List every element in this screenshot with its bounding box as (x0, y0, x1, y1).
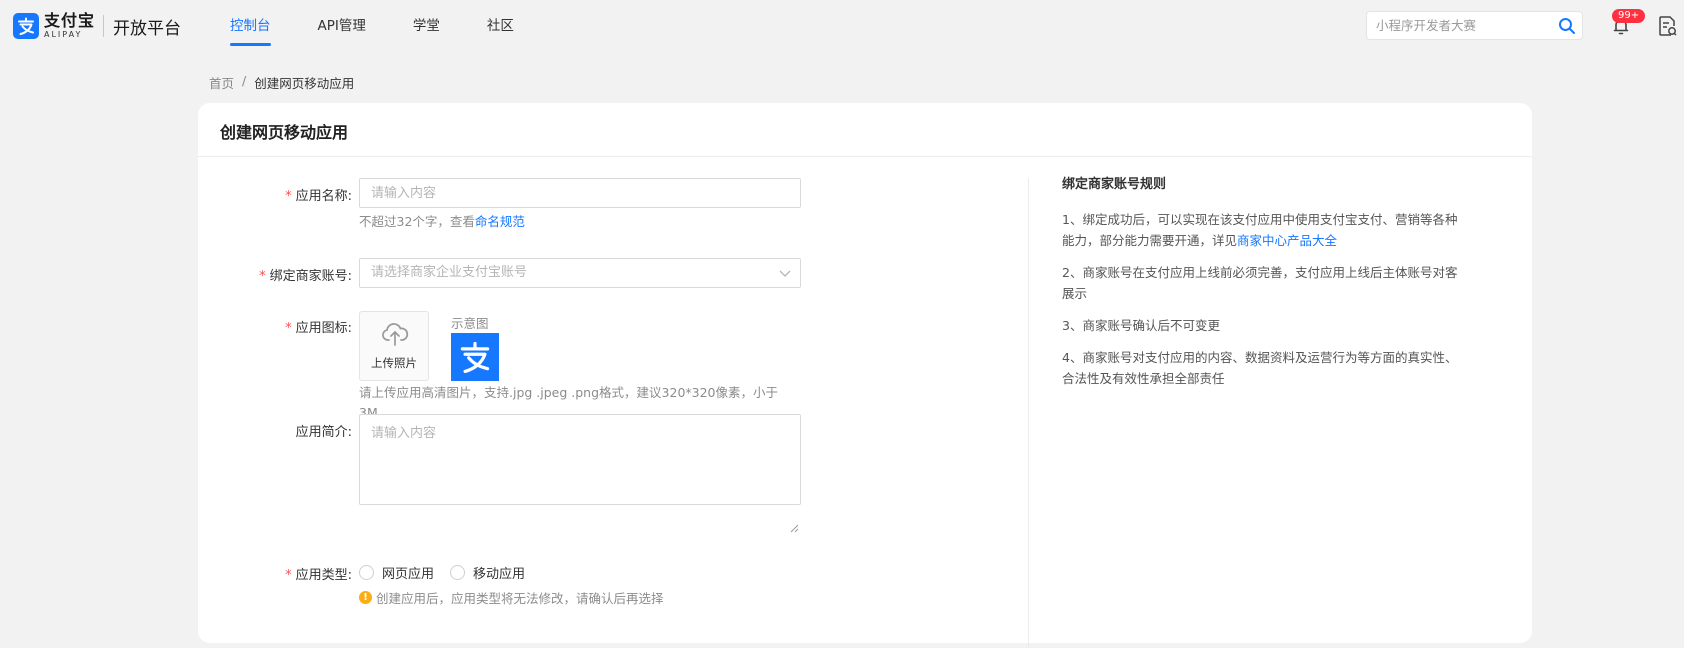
merchant-account-placeholder: 请选择商家企业支付宝账号 (371, 265, 528, 280)
radio-web-app[interactable]: 网页应用 (359, 563, 434, 582)
search-box (1366, 11, 1583, 40)
app-type-warning: ! 创建应用后，应用类型将无法修改，请确认后再选择 (359, 588, 664, 607)
alipay-logo[interactable]: 支付宝 ALIPAY 开放平台 (13, 13, 181, 39)
search-input[interactable] (1367, 12, 1552, 39)
logo-text-en: ALIPAY (44, 30, 83, 39)
nav-item-api-management[interactable]: API管理 (318, 0, 366, 54)
resize-handle-icon[interactable] (789, 523, 799, 533)
upload-photo-label: 上传照片 (371, 356, 417, 370)
top-navbar: 支付宝 ALIPAY 开放平台 控制台 API管理 学堂 社区 99+ (0, 0, 1684, 54)
radio-mobile-app[interactable]: 移动应用 (450, 563, 525, 582)
logo-text: 支付宝 (44, 11, 96, 30)
breadcrumb: 首页 / 创建网页移动应用 (209, 73, 354, 92)
search-icon[interactable] (1558, 17, 1576, 35)
column-divider (1028, 178, 1029, 648)
radio-web-app-label: 网页应用 (382, 567, 435, 582)
merchant-account-select[interactable]: 请选择商家企业支付宝账号 (359, 258, 801, 288)
required-mark: * (285, 568, 292, 583)
rule-item: 4、商家账号对支付应用的内容、数据资料及运营行为等方面的真实性、 合法性及有效性… (1062, 350, 1458, 386)
rule-item: 1、绑定成功后，可以实现在该支付应用中使用支付宝支付、营销等各种 能力，部分能力… (1062, 212, 1458, 248)
app-type-radio-group: 网页应用 移动应用 (359, 563, 541, 582)
cloud-upload-icon (382, 323, 409, 346)
notification-badge: 99+ (1612, 9, 1646, 23)
document-icon[interactable] (1657, 15, 1677, 37)
app-type-label: * 应用类型: (285, 568, 352, 583)
radio-mobile-app-label: 移动应用 (473, 567, 526, 582)
radio-circle[interactable] (359, 565, 374, 580)
sample-label: 示意图 (451, 316, 489, 331)
app-icon-label: * 应用图标: (285, 321, 352, 336)
app-desc-textarea[interactable] (359, 414, 801, 505)
breadcrumb-home[interactable]: 首页 (209, 73, 234, 92)
create-app-card: 创建网页移动应用 *应用名称: 不超过32个字，查看命名规范 *绑定商家账号: … (198, 103, 1532, 648)
product-catalog-link[interactable]: 商家中心产品大全 (1237, 233, 1337, 248)
logo-divider (103, 15, 105, 37)
required-mark: * (285, 321, 292, 336)
app-name-input[interactable] (359, 178, 801, 208)
alipay-logo-icon (13, 13, 39, 39)
naming-rules-link[interactable]: 命名规范 (475, 214, 525, 229)
nav-item-academy[interactable]: 学堂 (413, 0, 440, 54)
main-nav: 控制台 API管理 学堂 社区 (230, 0, 561, 54)
alipay-sample-icon (451, 333, 499, 381)
rule-item: 2、商家账号在支付应用上线前必须完善，支付应用上线后主体账号对客 展示 (1062, 265, 1458, 301)
app-name-label: * 应用名称: (285, 189, 352, 204)
nav-item-console[interactable]: 控制台 (230, 0, 271, 54)
title-divider (198, 156, 1532, 157)
chevron-down-icon (779, 270, 791, 277)
rules-title: 绑定商家账号规则 (1062, 177, 1167, 192)
required-mark: * (285, 189, 292, 204)
radio-circle[interactable] (450, 565, 466, 580)
warning-icon: ! (359, 591, 372, 604)
app-desc-label: 应用简介: (295, 425, 352, 440)
rule-item: 3、商家账号确认后不可变更 (1062, 318, 1220, 333)
breadcrumb-current: 创建网页移动应用 (254, 76, 355, 91)
required-mark: * (259, 269, 266, 284)
app-name-hint: 不超过32个字，查看命名规范 (359, 214, 525, 229)
merchant-account-label: * 绑定商家账号: (259, 269, 352, 284)
nav-item-community[interactable]: 社区 (487, 0, 514, 54)
platform-name: 开放平台 (113, 18, 182, 39)
page-title: 创建网页移动应用 (220, 123, 349, 142)
upload-photo-button[interactable]: 上传照片 (359, 311, 429, 381)
breadcrumb-separator: / (242, 73, 247, 88)
merchant-rules-panel: 绑定商家账号规则 1、绑定成功后，可以实现在该支付应用中使用支付宝支付、营销等各… (1062, 173, 1474, 400)
